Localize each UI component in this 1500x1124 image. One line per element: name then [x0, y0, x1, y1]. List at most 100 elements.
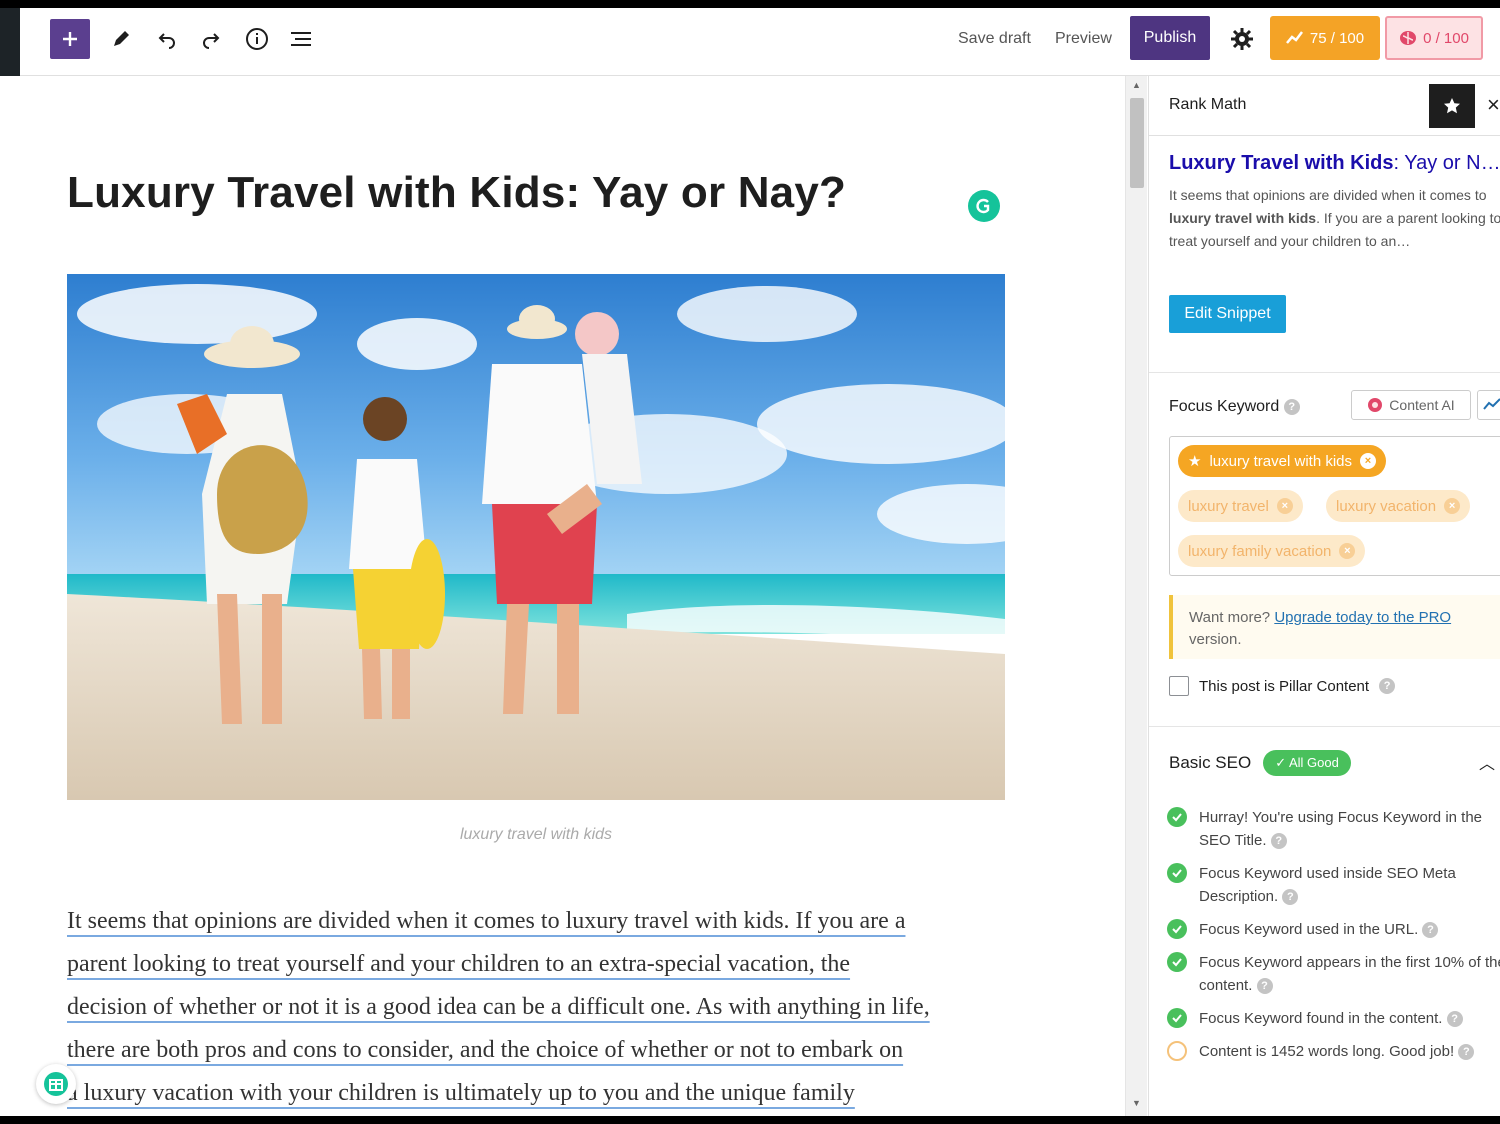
info-circle-icon — [1167, 1041, 1187, 1061]
basic-seo-header[interactable]: Basic SEO ✓ All Good — [1169, 750, 1351, 776]
readability-score-button[interactable]: 0 / 100 — [1385, 16, 1483, 60]
grammarly-badge[interactable] — [36, 1064, 76, 1104]
details-button[interactable] — [240, 22, 274, 56]
editor-scrollbar[interactable]: ▲ ▼ — [1125, 76, 1147, 1116]
gear-icon — [1231, 28, 1253, 50]
content-ai-label: Content AI — [1389, 397, 1455, 413]
image-caption[interactable]: luxury travel with kids — [67, 826, 1005, 844]
pin-sidebar-button[interactable] — [1429, 84, 1475, 128]
check-text: Focus Keyword appears in the first 10% o… — [1199, 954, 1500, 994]
check-icon — [1167, 863, 1187, 883]
save-draft-button[interactable]: Save draft — [958, 30, 1031, 48]
publish-button[interactable]: Publish — [1130, 16, 1210, 60]
help-icon[interactable]: ? — [1283, 398, 1300, 415]
redo-icon — [203, 33, 220, 49]
pillar-content-option[interactable]: This post is Pillar Content ? — [1169, 676, 1396, 696]
remove-keyword-icon[interactable]: × — [1276, 498, 1293, 514]
help-icon[interactable]: ? — [1256, 978, 1273, 995]
readability-score-value: 0 / 100 — [1423, 29, 1469, 47]
edit-snippet-button[interactable]: Edit Snippet — [1169, 295, 1286, 333]
help-icon[interactable]: ? — [1446, 1011, 1463, 1028]
focus-keyword-label: Focus Keyword ? — [1169, 398, 1300, 416]
settings-button[interactable] — [1225, 22, 1259, 56]
help-icon[interactable]: ? — [1422, 922, 1439, 939]
grammarly-badge-icon — [44, 1072, 68, 1096]
remove-keyword-icon[interactable]: × — [1339, 543, 1356, 559]
keyword-chip[interactable]: luxury travel × — [1178, 490, 1303, 522]
notice-suffix: version. — [1189, 631, 1242, 648]
keyword-chip[interactable]: luxury vacation × — [1326, 490, 1471, 522]
help-icon[interactable]: ? — [1270, 833, 1287, 850]
add-block-button[interactable] — [50, 19, 90, 59]
trends-icon — [1483, 398, 1500, 410]
preview-button[interactable]: Preview — [1055, 30, 1112, 48]
check-text: Focus Keyword found in the content. — [1199, 1010, 1443, 1027]
check-text: Focus Keyword used in the URL. — [1199, 921, 1419, 938]
info-icon — [246, 28, 268, 50]
paragraph-line: It seems that opinions are divided when … — [67, 908, 906, 934]
remove-keyword-icon[interactable]: × — [1444, 498, 1461, 514]
pencil-icon — [114, 31, 129, 46]
upgrade-link[interactable]: Upgrade today to the PRO — [1274, 609, 1451, 626]
grammarly-icon[interactable] — [968, 190, 1000, 222]
check-icon — [1167, 807, 1187, 827]
plus-icon — [63, 32, 77, 46]
star-icon — [1444, 98, 1460, 114]
close-sidebar-button[interactable]: × — [1487, 92, 1500, 118]
pillar-content-checkbox[interactable] — [1169, 676, 1189, 696]
help-icon[interactable]: ? — [1282, 889, 1299, 906]
keyword-chip-label: luxury travel — [1188, 497, 1269, 515]
notice-prefix: Want more? — [1189, 609, 1271, 626]
brain-icon — [1400, 31, 1417, 45]
list-item: Focus Keyword used in the URL. ? — [1167, 918, 1500, 941]
post-title[interactable]: Luxury Travel with Kids: Yay or Nay? — [67, 168, 846, 218]
post-paragraph[interactable]: It seems that opinions are divided when … — [67, 900, 1017, 1115]
snippet-preview-description: It seems that opinions are divided when … — [1169, 184, 1500, 253]
snippet-title-keyword: Luxury Travel with Kids — [1169, 152, 1394, 174]
pillar-content-label: This post is Pillar Content — [1199, 677, 1370, 695]
list-item: Focus Keyword found in the content. ? — [1167, 1007, 1500, 1030]
outline-button[interactable] — [284, 22, 318, 56]
trend-icon — [1285, 31, 1303, 44]
list-item: Focus Keyword appears in the first 10% o… — [1167, 951, 1500, 997]
tools-button[interactable] — [104, 22, 138, 56]
list-view-icon — [291, 32, 311, 46]
keyword-trends-button[interactable] — [1477, 390, 1500, 420]
editor-window: Save draft Preview Publish 75 / 100 0 / … — [0, 8, 1500, 1116]
help-icon[interactable]: ? — [1458, 1044, 1475, 1061]
chevron-up-icon[interactable]: ︿ — [1479, 750, 1495, 774]
keyword-chip-label: luxury family vacation — [1188, 542, 1332, 560]
seo-score-value: 75 / 100 — [1309, 29, 1365, 47]
keyword-chip-label: luxury vacation — [1336, 497, 1437, 515]
scroll-up-arrow-icon[interactable]: ▲ — [1132, 80, 1141, 90]
help-icon[interactable]: ? — [1379, 678, 1396, 694]
keyword-chip-primary[interactable]: ★ luxury travel with kids × — [1178, 445, 1386, 477]
scrollbar-thumb[interactable] — [1130, 98, 1144, 188]
sidebar-title: Rank Math — [1169, 96, 1247, 113]
paragraph-line: decision of whether or not it is a good … — [67, 994, 930, 1020]
focus-keyword-input[interactable]: ★ luxury travel with kids × luxury trave… — [1169, 436, 1500, 576]
seo-score-button[interactable]: 75 / 100 — [1270, 16, 1380, 60]
scroll-down-arrow-icon[interactable]: ▼ — [1132, 1098, 1141, 1108]
snippet-preview-title[interactable]: Luxury Travel with Kids: Yay or N… — [1169, 152, 1500, 175]
upgrade-notice: Want more? Upgrade today to the PRO vers… — [1169, 595, 1500, 659]
undo-button[interactable] — [150, 22, 184, 56]
check-icon — [1167, 952, 1187, 972]
star-icon: ★ — [1188, 453, 1202, 470]
keyword-chip[interactable]: luxury family vacation × — [1178, 535, 1366, 567]
status-badge: ✓ All Good — [1263, 750, 1351, 776]
list-item: Hurray! You're using Focus Keyword in th… — [1167, 806, 1500, 852]
remove-keyword-icon[interactable]: × — [1360, 453, 1376, 469]
check-icon — [1167, 919, 1187, 939]
divider — [1149, 726, 1500, 727]
snippet-desc-text: It seems that opinions are divided when … — [1169, 187, 1487, 203]
redo-button[interactable] — [194, 22, 228, 56]
editor-canvas: Luxury Travel with Kids: Yay or Nay? lux… — [0, 76, 1125, 1116]
undo-icon — [158, 33, 175, 49]
sidebar-header: Rank Math × — [1149, 76, 1500, 136]
editor-toolbar: Save draft Preview Publish 75 / 100 0 / … — [20, 8, 1500, 76]
content-ai-icon — [1368, 398, 1383, 412]
content-ai-button[interactable]: Content AI — [1351, 390, 1471, 420]
check-text: Focus Keyword used inside SEO Meta Descr… — [1199, 865, 1456, 905]
featured-image[interactable] — [67, 274, 1005, 800]
